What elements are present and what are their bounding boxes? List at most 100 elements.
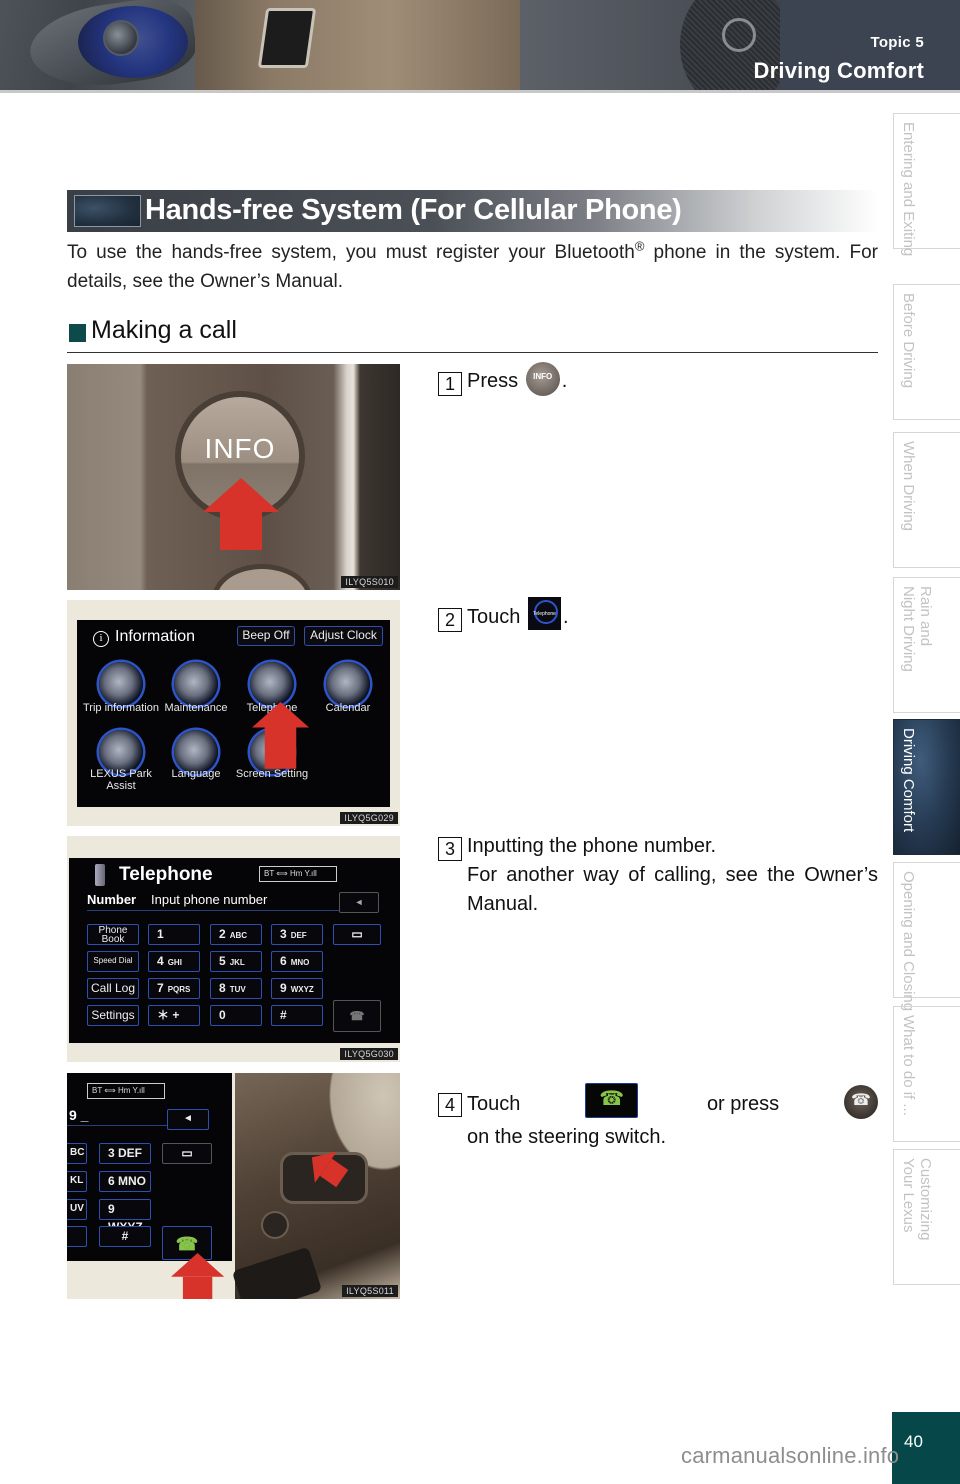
tab-before-driving[interactable]: Before Driving: [893, 284, 960, 420]
step-period: .: [562, 606, 569, 628]
step-text-or: or press: [706, 1093, 780, 1115]
key-star-plus[interactable]: ＊ +: [148, 1005, 200, 1026]
header-banner: Topic 5 Driving Comfort: [0, 0, 960, 93]
information-screen: i Information Beep Off Adjust Clock Trip …: [77, 620, 390, 807]
key-5-partial[interactable]: KL: [67, 1171, 87, 1192]
telephone-icon[interactable]: [250, 662, 294, 706]
figure-code: ILYQ5G030: [340, 1048, 398, 1060]
step-note: For another way of calling, see the Owne…: [467, 864, 878, 915]
tab-label: Customizing Your Lexus: [900, 1158, 934, 1241]
key-9[interactable]: 9 WXYZ: [99, 1199, 151, 1234]
info-button-icon: INFO: [525, 361, 560, 396]
key-0[interactable]: 0: [210, 1005, 262, 1026]
info-circle-icon: i: [93, 631, 109, 647]
telephone-icon: Telephone: [527, 597, 561, 631]
key-hash[interactable]: #: [271, 1005, 323, 1026]
key-4[interactable]: 4 GHI: [148, 951, 200, 972]
figure-telephone-screen: Telephone BT ⟺ Hm Y.ıll Number Input pho…: [67, 836, 400, 1062]
maintenance-icon[interactable]: [174, 662, 218, 706]
key-3[interactable]: 3 DEF: [99, 1143, 151, 1164]
key-0-partial[interactable]: [67, 1226, 87, 1247]
step-number: 1: [438, 372, 462, 396]
beep-off-button[interactable]: Beep Off: [237, 626, 295, 646]
red-arrow-icon: [171, 1253, 225, 1299]
key-2[interactable]: 2 ABC: [210, 924, 262, 945]
dashboard-screen: [257, 8, 317, 68]
tab-rain-and-night-driving[interactable]: Rain and Night Driving: [893, 577, 960, 713]
tab-customizing-your-lexus[interactable]: Customizing Your Lexus: [893, 1149, 960, 1285]
voice-button: [263, 1213, 287, 1237]
screen-title: i Information: [93, 628, 195, 647]
step-4: 4 Touch ☎ or press ☎ on the steering swi…: [438, 1083, 878, 1154]
step-text: Inputting the phone number.: [467, 835, 717, 857]
call-button-icon: ☎: [585, 1083, 639, 1118]
lexus-emblem-icon: [722, 18, 756, 52]
call-button-disabled-icon[interactable]: ☎: [333, 1000, 381, 1032]
step-2: 2 Touch Telephone.: [438, 597, 878, 632]
bullet-square-icon: [69, 324, 86, 342]
keypad-screen-detail: BT ⟺ Hm Y.ıll 9 _ ◄ BC 3 DEF ▭ KL 6 MNO …: [67, 1073, 232, 1261]
step-text: Touch: [467, 1093, 521, 1115]
interior-photo-right: [390, 0, 520, 93]
headlamp-projector: [103, 20, 139, 56]
watermark[interactable]: carmanualsonline.info: [681, 1443, 899, 1469]
topic-label: Topic 5: [870, 34, 924, 51]
page-number: 40: [904, 1432, 923, 1451]
subheading-text: Making a call: [91, 316, 237, 344]
language-label: Language: [171, 768, 221, 780]
backspace-button[interactable]: ◄: [167, 1109, 209, 1130]
tab-label: What to do if ...: [900, 1015, 917, 1116]
registered-mark: ®: [634, 238, 645, 254]
tab-label: Rain and Night Driving: [900, 586, 934, 672]
telephone-screen: Telephone BT ⟺ Hm Y.ıll Number Input pho…: [69, 858, 400, 1043]
park-assist-label: LEXUS Park Assist: [90, 768, 152, 792]
tab-when-driving[interactable]: When Driving: [893, 432, 960, 568]
input-underline: [87, 910, 339, 911]
page-number-box: 40: [892, 1412, 960, 1484]
speed-dial-button[interactable]: Speed Dial: [87, 951, 139, 972]
tab-driving-comfort[interactable]: Driving Comfort: [893, 719, 960, 855]
window-toggle-icon[interactable]: ▭: [162, 1143, 212, 1164]
tab-opening-and-closing[interactable]: Opening and Closing: [893, 862, 960, 1011]
window-toggle-icon[interactable]: ▭: [333, 924, 381, 945]
key-7[interactable]: 7 PQRS: [148, 978, 200, 999]
key-6[interactable]: 6 MNO: [271, 951, 323, 972]
key-5[interactable]: 5 JKL: [210, 951, 262, 972]
figure-code: ILYQ5S011: [342, 1285, 398, 1297]
tab-entering-and-exiting[interactable]: Entering and Exiting: [893, 113, 960, 256]
status-indicator: BT ⟺ Hm Y.ıll: [87, 1083, 165, 1099]
tab-label: Driving Comfort: [900, 728, 917, 833]
key-6[interactable]: 6 MNO: [99, 1171, 151, 1192]
call-log-button[interactable]: Call Log: [87, 978, 139, 999]
red-arrow-icon: [203, 478, 279, 550]
settings-button[interactable]: Settings: [87, 1005, 139, 1026]
phone-book-button[interactable]: Phone Book: [87, 924, 139, 945]
calendar-icon[interactable]: [326, 662, 370, 706]
key-8-partial[interactable]: UV: [67, 1199, 87, 1220]
key-8[interactable]: 8 TUV: [210, 978, 262, 999]
number-input[interactable]: Input phone number: [151, 892, 267, 907]
step-1: 1 Press INFO.: [438, 361, 878, 396]
trip-information-icon[interactable]: [99, 662, 143, 706]
step-text: Press: [467, 370, 519, 392]
figure-call-button: BT ⟺ Hm Y.ıll 9 _ ◄ BC 3 DEF ▭ KL 6 MNO …: [67, 1073, 400, 1299]
steering-wheel-photo: [231, 1073, 400, 1299]
trip-information-label: Trip information: [82, 702, 159, 714]
key-9[interactable]: 9 WXYZ: [271, 978, 323, 999]
key-3[interactable]: 3 DEF: [271, 924, 323, 945]
intro-text: To use the hands-free system, you must r…: [67, 242, 635, 263]
figure-info-button: INFO ILYQ5S010: [67, 364, 400, 590]
tab-label: Opening and Closing: [900, 871, 917, 1012]
step-number: 2: [438, 608, 462, 632]
backspace-button[interactable]: ◄: [339, 892, 379, 913]
red-arrow-icon: [252, 702, 309, 769]
key-2-partial[interactable]: BC: [67, 1143, 87, 1164]
status-indicator: BT ⟺ Hm Y.ıll: [259, 866, 337, 882]
adjust-clock-button[interactable]: Adjust Clock: [304, 626, 383, 646]
step-number: 4: [438, 1093, 462, 1117]
key-1[interactable]: 1: [148, 924, 200, 945]
section-thumbnail: [74, 195, 141, 227]
tab-what-to-do-if[interactable]: What to do if ...: [893, 1006, 960, 1142]
key-hash[interactable]: #: [99, 1226, 151, 1247]
calendar-label: Calendar: [325, 702, 371, 714]
